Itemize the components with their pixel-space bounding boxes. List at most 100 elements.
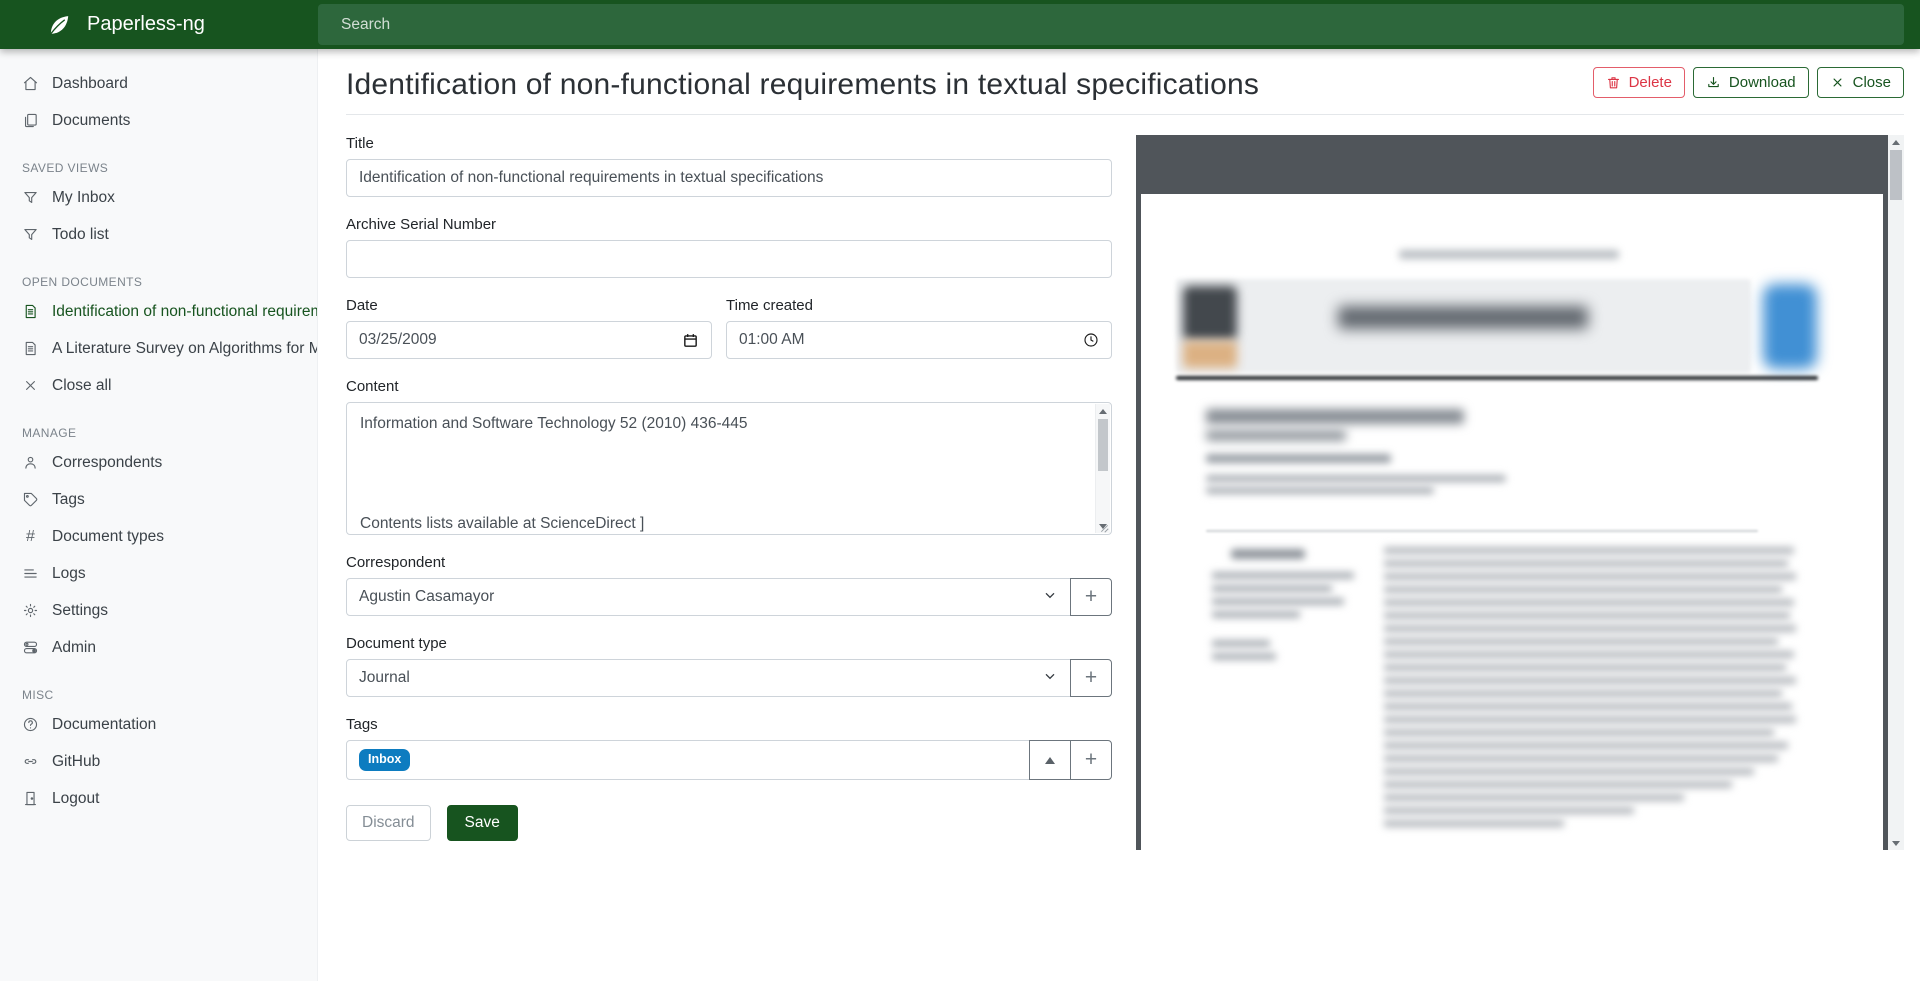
- app-brand[interactable]: Paperless-ng: [0, 12, 318, 38]
- pdf-scroll-up-arrow[interactable]: [1888, 135, 1904, 149]
- sidebar-item-documentation[interactable]: Documentation: [0, 706, 317, 743]
- discard-button[interactable]: Discard: [346, 805, 431, 841]
- document-type-select-value: Journal: [359, 669, 1042, 687]
- document-edit-form: Title Identification of non-functional r…: [346, 115, 1112, 981]
- calendar-icon[interactable]: [682, 332, 699, 349]
- save-button[interactable]: Save: [447, 805, 518, 841]
- date-input-value: 03/25/2009: [359, 331, 674, 349]
- sidebar-item-label: GitHub: [52, 753, 100, 771]
- blurred-abstract-block: [1384, 547, 1796, 833]
- blurred-logo-accent: [1183, 341, 1237, 368]
- file-text-icon: [22, 303, 39, 320]
- sidebar-item-tags[interactable]: Tags: [0, 481, 317, 518]
- person-icon: [22, 454, 39, 471]
- date-input[interactable]: 03/25/2009: [346, 321, 712, 359]
- tag-badge-inbox[interactable]: Inbox: [359, 749, 410, 771]
- pdf-scroll-down-arrow[interactable]: [1888, 836, 1904, 850]
- content-textarea[interactable]: Information and Software Technology 52 (…: [346, 402, 1112, 535]
- sidebar-item-label: Dashboard: [52, 75, 128, 93]
- blurred-journal-title: [1338, 306, 1588, 329]
- sidebar-section-saved-views: SAVED VIEWS: [0, 161, 317, 175]
- blurred-article-info-heading: [1231, 549, 1305, 559]
- gear-icon: [22, 602, 39, 619]
- sidebar-item-github[interactable]: GitHub: [0, 743, 317, 780]
- blurred-article-title-line-1: [1206, 409, 1464, 424]
- document-header: Identification of non-functional require…: [346, 49, 1904, 115]
- sidebar-item-settings[interactable]: Settings: [0, 592, 317, 629]
- sidebar-item-logs[interactable]: Logs: [0, 555, 317, 592]
- caret-up-icon: [1045, 757, 1055, 764]
- sidebar-item-label: Close all: [52, 377, 111, 395]
- download-icon: [1706, 75, 1721, 90]
- blurred-affiliation-line-2: [1206, 487, 1434, 494]
- pdf-scroll-thumb[interactable]: [1890, 150, 1902, 200]
- blurred-article-info-lines: [1212, 572, 1362, 666]
- sidebar-item-admin[interactable]: Admin: [0, 629, 317, 666]
- sidebar-item-dashboard[interactable]: Dashboard: [0, 65, 317, 102]
- sidebar-item-document-types[interactable]: # Document types: [0, 518, 317, 555]
- pdf-viewer[interactable]: [1136, 135, 1904, 850]
- blurred-sciencedirect-logo: [1763, 284, 1817, 369]
- blurred-publisher-logo: [1183, 286, 1237, 340]
- pdf-scrollbar[interactable]: [1888, 135, 1904, 850]
- page-title: Identification of non-functional require…: [346, 68, 1259, 102]
- blurred-authors-line: [1206, 454, 1391, 463]
- sidebar-item-label: Logout: [52, 790, 99, 808]
- toggles-icon: [22, 639, 39, 656]
- scroll-thumb[interactable]: [1098, 419, 1108, 471]
- sidebar-item-correspondents[interactable]: Correspondents: [0, 444, 317, 481]
- sidebar-item-label: Todo list: [52, 226, 109, 244]
- close-button[interactable]: Close: [1817, 67, 1904, 98]
- delete-button[interactable]: Delete: [1593, 67, 1685, 98]
- sidebar-item-documents[interactable]: Documents: [0, 102, 317, 139]
- blurred-rule-light: [1206, 530, 1758, 532]
- plus-icon: +: [1085, 749, 1097, 770]
- add-tag-button[interactable]: +: [1070, 740, 1112, 780]
- document-preview-pane: [1112, 115, 1904, 981]
- link-icon: [22, 753, 39, 770]
- add-document-type-button[interactable]: +: [1070, 659, 1112, 697]
- sidebar-item-close-all[interactable]: Close all: [0, 367, 317, 404]
- document-type-select[interactable]: Journal: [346, 659, 1071, 697]
- title-input[interactable]: Identification of non-functional require…: [346, 159, 1112, 197]
- sidebar-item-logout[interactable]: Logout: [0, 780, 317, 817]
- delete-button-label: Delete: [1629, 74, 1672, 91]
- title-input-value: Identification of non-functional require…: [359, 169, 1099, 187]
- sidebar-item-label: Logs: [52, 565, 86, 583]
- tags-field-label: Tags: [346, 716, 1112, 733]
- asn-field-label: Archive Serial Number: [346, 216, 1112, 233]
- clock-icon[interactable]: [1083, 332, 1099, 348]
- sidebar-item-my-inbox[interactable]: My Inbox: [0, 179, 317, 216]
- sidebar-open-doc-1[interactable]: Identification of non-functional require…: [0, 293, 317, 330]
- blurred-article-title-line-2: [1206, 430, 1346, 441]
- correspondent-select[interactable]: Agustin Casamayor: [346, 578, 1071, 616]
- title-field-label: Title: [346, 135, 1112, 152]
- scroll-up-arrow[interactable]: [1096, 404, 1110, 418]
- filter-icon: [22, 226, 39, 243]
- plus-icon: +: [1085, 586, 1097, 607]
- document-type-field-label: Document type: [346, 635, 1112, 652]
- date-field-label: Date: [346, 297, 712, 314]
- archive-serial-number-input[interactable]: [346, 240, 1112, 278]
- sidebar-item-label: Documentation: [52, 716, 156, 734]
- add-correspondent-button[interactable]: +: [1070, 578, 1112, 616]
- download-button-label: Download: [1729, 74, 1796, 91]
- sidebar-section-open-documents: OPEN DOCUMENTS: [0, 275, 317, 289]
- search-input[interactable]: [318, 4, 1904, 45]
- plus-icon: +: [1085, 667, 1097, 688]
- tags-dropdown-toggle-button[interactable]: [1029, 740, 1071, 780]
- leaf-logo-icon: [46, 12, 72, 38]
- content-scrollbar[interactable]: [1095, 404, 1110, 533]
- resize-grip[interactable]: [1099, 522, 1109, 532]
- correspondent-select-value: Agustin Casamayor: [359, 588, 1042, 606]
- pdf-page: [1141, 194, 1883, 850]
- download-button[interactable]: Download: [1693, 67, 1809, 98]
- sidebar-open-doc-2[interactable]: A Literature Survey on Algorithms for Mu…: [0, 330, 317, 367]
- tags-input[interactable]: Inbox: [346, 740, 1030, 780]
- sidebar-item-todo-list[interactable]: Todo list: [0, 216, 317, 253]
- paperless-app: Paperless-ng Dashboard Documents SAVED V…: [0, 0, 1920, 981]
- home-icon: [22, 75, 39, 92]
- correspondent-field-label: Correspondent: [346, 554, 1112, 571]
- door-icon: [22, 790, 39, 807]
- time-input[interactable]: 01:00 AM: [726, 321, 1112, 359]
